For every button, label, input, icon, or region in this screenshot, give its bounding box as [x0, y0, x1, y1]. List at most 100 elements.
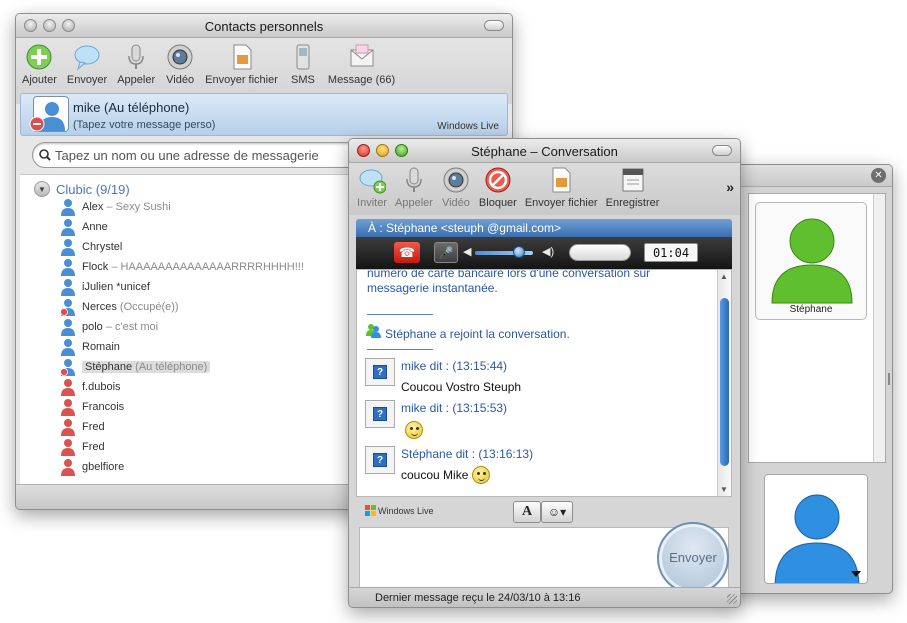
user-icon [61, 339, 75, 356]
contact-item[interactable]: Fred [60, 437, 105, 457]
search-field[interactable] [32, 142, 364, 168]
contact-item[interactable]: Fred [60, 417, 105, 437]
contact-item[interactable]: Romain [60, 337, 120, 357]
personal-message[interactable]: (Tapez votre message perso) [73, 119, 215, 131]
message-input[interactable] [360, 528, 650, 586]
sender-avatar: ? [365, 446, 395, 474]
video-button[interactable]: Vidéo [441, 165, 471, 209]
send-file-button[interactable]: Envoyer fichier [525, 165, 598, 209]
panel-scrollbar[interactable] [873, 194, 885, 462]
envelope-icon [347, 42, 377, 72]
hang-up-button[interactable]: ☎ [394, 242, 420, 263]
call-timer: 01:04 [644, 243, 698, 262]
volume-slider-knob[interactable] [512, 246, 525, 258]
send-message-button[interactable]: Envoyer [67, 42, 107, 86]
contact-item[interactable]: f.dubois [60, 377, 121, 397]
send-button[interactable]: Envoyer [657, 522, 729, 594]
contact-status: (Occupé(e)) [119, 301, 179, 313]
conversation-window: Stéphane – Conversation Inviter Appeler … [348, 138, 741, 608]
contact-name: Alex [82, 201, 104, 213]
conversation-titlebar[interactable]: Stéphane – Conversation [349, 139, 740, 163]
call-button[interactable]: Appeler [395, 165, 433, 209]
participant-card[interactable]: Stéphane [755, 202, 867, 320]
contacts-titlebar[interactable]: Contacts personnels [16, 14, 512, 38]
chat-scrollbar[interactable]: ▲ ▼ [717, 270, 731, 496]
send-file-button[interactable]: Envoyer fichier [205, 42, 278, 86]
contact-item[interactable]: iJulien *unicef [60, 277, 150, 297]
user-icon [61, 279, 75, 296]
add-icon [24, 42, 54, 72]
volume-high-icon: ◀) [542, 246, 555, 258]
smiley-icon: ☺▾ [547, 505, 567, 519]
contact-name: Anne [82, 221, 108, 233]
save-icon [618, 165, 648, 195]
contact-item[interactable]: Flock – HAAAAAAAAAAAAAARRRRHHHH!!! [60, 257, 304, 277]
smiley-emoticon-icon [472, 466, 491, 484]
scroll-down-icon[interactable]: ▼ [720, 485, 728, 494]
user-icon [771, 218, 853, 304]
invite-icon [357, 165, 387, 195]
participant-name: Stéphane [789, 304, 833, 315]
chevron-down-icon[interactable]: ▼ [34, 181, 50, 197]
toolbar-toggle-button[interactable] [712, 145, 732, 156]
user-icon [60, 359, 75, 376]
message-sender: Stéphane dit : (13:16:13) [401, 447, 534, 461]
search-input[interactable] [55, 147, 345, 163]
block-button[interactable]: Bloquer [479, 165, 517, 209]
chevron-down-icon[interactable] [851, 571, 861, 577]
contact-name: f.dubois [82, 381, 121, 393]
phone-icon [288, 42, 318, 72]
font-button[interactable]: A [513, 501, 541, 523]
user-icon [60, 299, 75, 316]
panel-resize-handle[interactable] [888, 373, 890, 385]
file-icon [227, 42, 257, 72]
invite-button[interactable]: Inviter [357, 165, 387, 209]
close-icon[interactable]: ✕ [871, 168, 886, 183]
windows-live-logo-icon [365, 505, 376, 516]
message-body [401, 421, 423, 439]
conversation-toolbar: Inviter Appeler Vidéo Bloquer Envoyer fi… [349, 163, 740, 215]
own-avatar[interactable] [764, 474, 868, 584]
windows-live-logo: Windows Live [437, 121, 499, 132]
contact-item[interactable]: gbelfiore [60, 457, 124, 477]
add-contact-button[interactable]: Ajouter [22, 42, 57, 86]
video-button[interactable]: Vidéo [165, 42, 195, 86]
contact-status: – c'est moi [105, 321, 159, 333]
messages-button[interactable]: Message (66) [328, 42, 395, 86]
contact-item[interactable]: polo – c'est moi [60, 317, 158, 337]
more-toolbar-button[interactable]: » [726, 179, 734, 195]
audio-level-meter [569, 244, 631, 261]
save-button[interactable]: Enregistrer [606, 165, 659, 209]
user-icon [61, 239, 75, 256]
contact-name: Fred [82, 441, 105, 453]
contact-name: polo [82, 321, 103, 333]
contact-item[interactable]: Nerces (Occupé(e)) [60, 297, 179, 317]
scroll-up-icon[interactable]: ▲ [720, 272, 728, 281]
contact-item[interactable]: Anne [60, 217, 108, 237]
toolbar-toggle-button[interactable] [484, 20, 504, 31]
microphone-icon [121, 42, 151, 72]
divider [367, 314, 433, 315]
scrollbar-thumb[interactable] [720, 298, 729, 466]
contact-name: iJulien *unicef [82, 281, 150, 293]
sms-button[interactable]: SMS [288, 42, 318, 86]
contact-name: Stéphane [85, 361, 133, 373]
contact-name: Fred [82, 421, 105, 433]
contact-item[interactable]: Alex – Sexy Sushi [60, 197, 171, 217]
resize-grip[interactable] [727, 594, 737, 604]
contact-item[interactable]: Francois [60, 397, 124, 417]
emoticon-button[interactable]: ☺▾ [541, 501, 573, 523]
contact-item[interactable]: Stéphane (Au téléphone) [60, 357, 211, 377]
user-icon [61, 419, 75, 436]
unknown-user-icon: ? [373, 453, 387, 467]
contact-status: – HAAAAAAAAAAAAAARRRRHHHH!!! [111, 261, 304, 273]
contact-cards-panel: ✕ Stéphane [725, 164, 893, 594]
call-button[interactable]: Appeler [117, 42, 155, 86]
user-icon [61, 439, 75, 456]
profile-name[interactable]: mike (Au téléphone) [73, 100, 189, 115]
group-clubic[interactable]: ▼ Clubic (9/19) [34, 181, 130, 197]
contact-item[interactable]: Chrystel [60, 237, 122, 257]
contact-name: Flock [82, 261, 109, 273]
message-body: Coucou Vostro Steuph [401, 380, 521, 394]
mute-button[interactable]: 🎤 [434, 242, 458, 263]
